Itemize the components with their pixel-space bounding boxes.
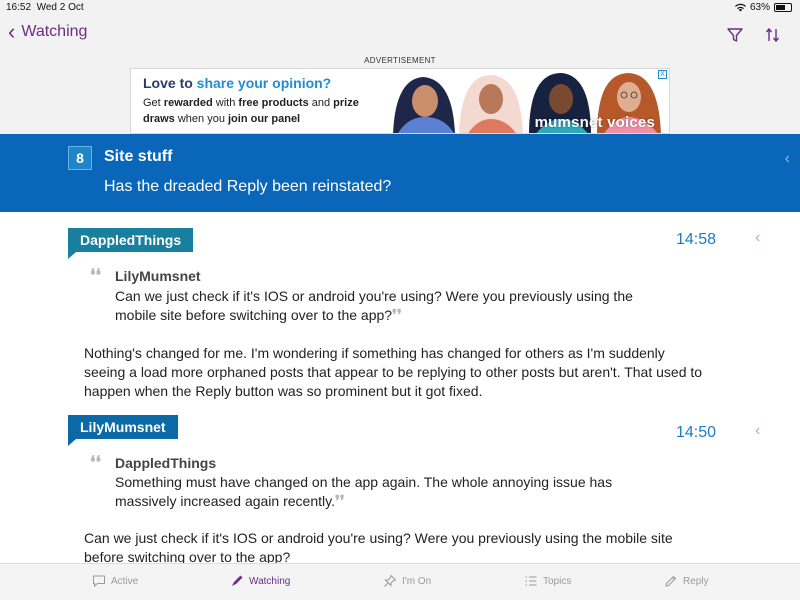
speech-bubble-icon [93, 575, 105, 588]
tab-im-on[interactable]: I'm On [383, 574, 431, 588]
topic-category[interactable]: Site stuff [104, 148, 172, 166]
pin-icon [384, 574, 397, 587]
author-tag-tail [68, 252, 76, 259]
post-author[interactable]: LilyMumsnet [68, 415, 178, 439]
nav-bar: ‹ Watching [0, 16, 800, 52]
quote-author: LilyMumsnet [115, 268, 201, 284]
tab-reply[interactable]: Reply [664, 574, 709, 588]
chevron-left-icon: ‹ [8, 19, 16, 44]
post-body: Can we just check if it's IOS or android… [84, 530, 673, 565]
ad-banner[interactable]: Love to share your opinion? Get rewarded… [130, 68, 670, 134]
quote-text: Can we just check if it's IOS or android… [115, 288, 633, 324]
ad-brand: mumsnet voices [534, 114, 655, 131]
topic-number-badge: 8 [68, 146, 92, 170]
quote-close-icon: ❜❜ [334, 492, 345, 510]
chevron-left-icon[interactable]: ‹ [785, 150, 790, 168]
battery-percent: 63% [749, 2, 770, 13]
ad-area: ADVERTISEMENT Love to share your opinion… [0, 52, 800, 134]
list-icon [525, 576, 537, 586]
battery-icon [774, 3, 792, 12]
tab-active[interactable]: Active [92, 574, 138, 588]
ad-label: ADVERTISEMENT [364, 56, 436, 65]
tab-topics[interactable]: Topics [524, 574, 571, 588]
thread-title: Has the dreaded Reply been reinstated? [104, 178, 392, 195]
wifi-icon [734, 3, 746, 12]
tab-bar: Active Watching I'm On Topics Reply [0, 563, 800, 600]
status-indicators: 63% [734, 2, 792, 13]
ad-close-icon[interactable]: X [658, 70, 667, 79]
chevron-left-icon[interactable]: ‹ [755, 422, 760, 440]
post-author[interactable]: DappledThings [68, 228, 194, 252]
thread-header: 8 Site stuff Has the dreaded Reply been … [0, 134, 800, 212]
quote-text: Something must have changed on the app a… [115, 474, 613, 510]
back-label: Watching [21, 23, 88, 40]
chevron-left-icon[interactable]: ‹ [755, 229, 760, 247]
nav-actions [726, 26, 782, 44]
quote-open-icon: ❛❛ [90, 453, 101, 473]
ad-headline: Love to share your opinion? [143, 75, 332, 91]
pencil-icon [665, 575, 677, 587]
post-time: 14:58 [676, 231, 717, 248]
ad-body: Get rewarded with free products and priz… [143, 97, 359, 125]
status-time: 16:52 Wed 2 Oct [6, 2, 84, 13]
quote-author: DappledThings [115, 455, 217, 471]
ad-text: Love to share your opinion? Get rewarded… [143, 75, 383, 127]
back-button[interactable]: ‹ Watching [8, 19, 88, 44]
post-body: Nothing's changed for me. I'm wondering … [84, 345, 703, 399]
battery-level [776, 5, 785, 10]
pen-icon [232, 575, 243, 586]
author-tag-tail [68, 439, 76, 446]
quote-close-icon: ❜❜ [392, 306, 402, 324]
post-time: 14:50 [676, 424, 717, 441]
filter-icon[interactable] [726, 26, 744, 44]
sort-icon[interactable] [764, 26, 782, 44]
status-bar: 16:52 Wed 2 Oct 63% [0, 0, 800, 16]
tab-watching[interactable]: Watching [230, 574, 290, 588]
quote-open-icon: ❛❛ [90, 266, 101, 286]
